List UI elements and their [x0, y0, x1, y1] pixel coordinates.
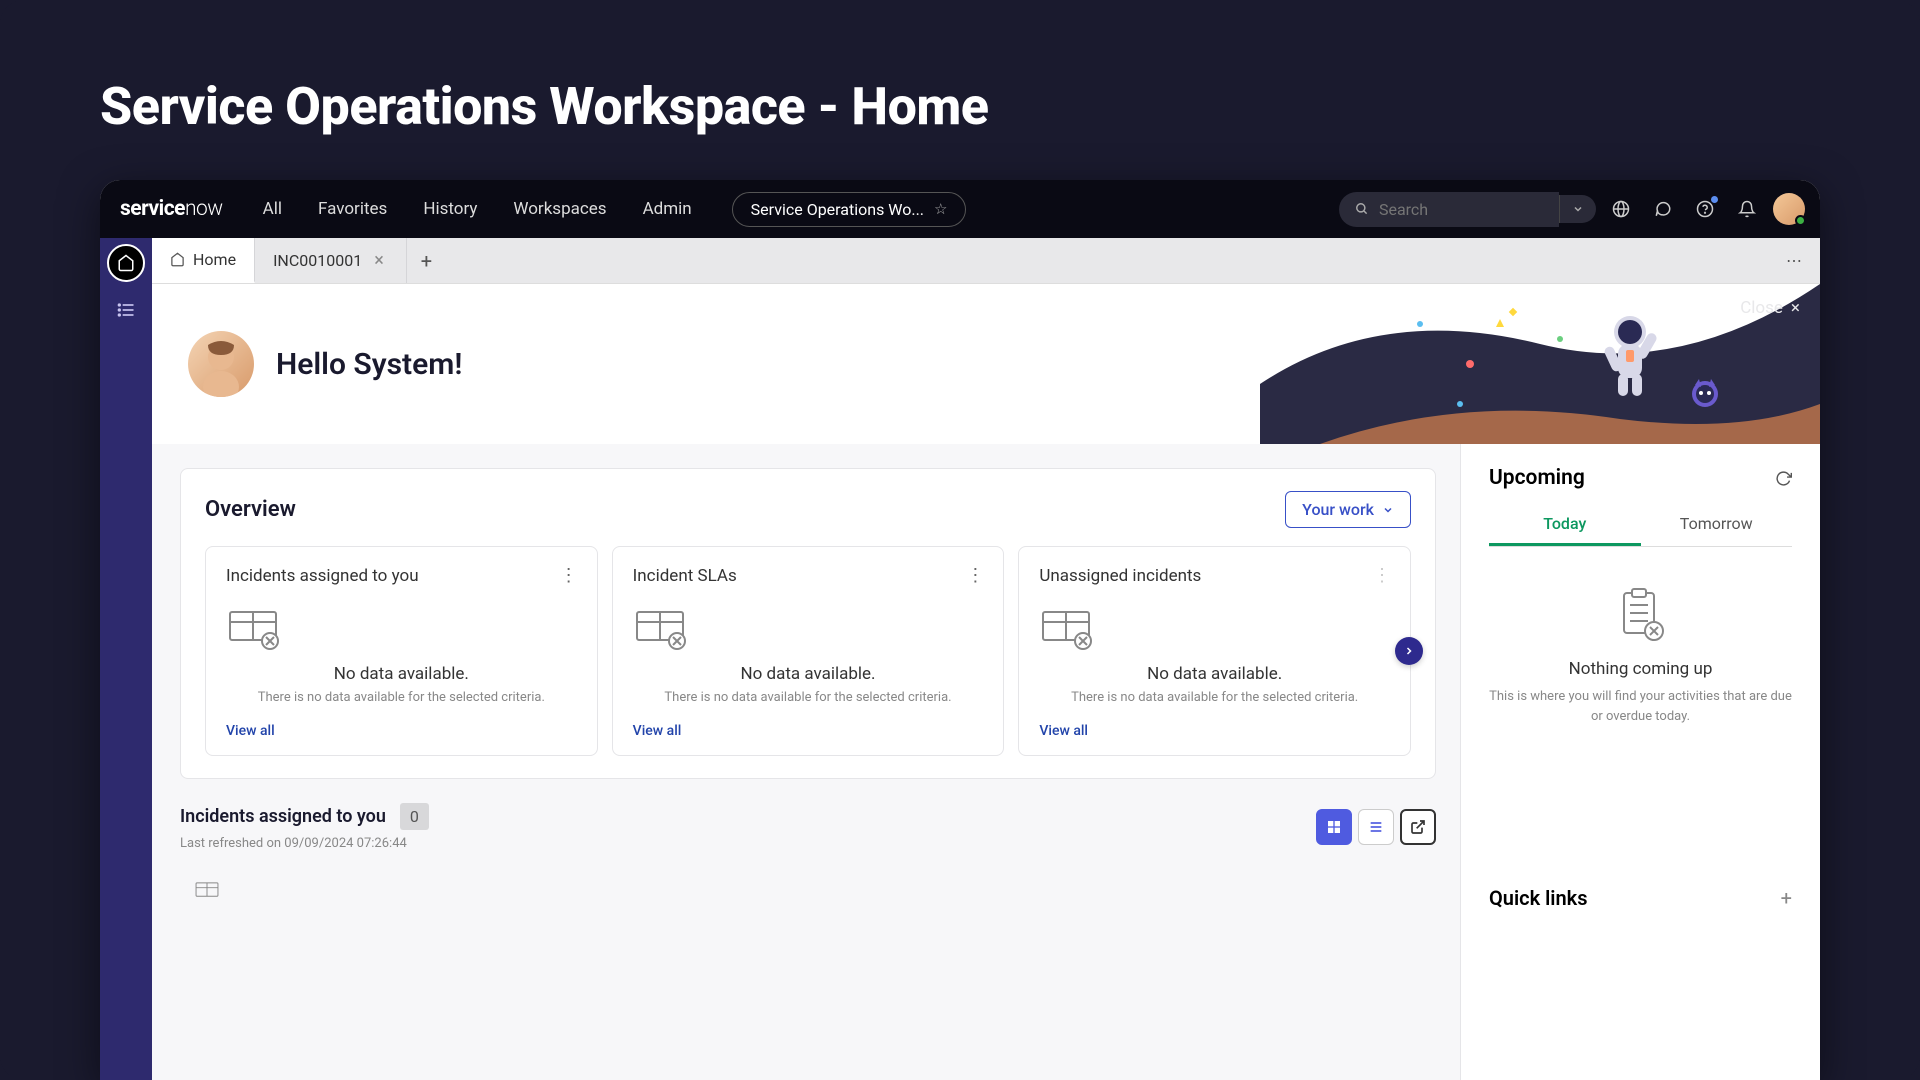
page-heading: Service Operations Workspace - Home — [0, 0, 1920, 137]
workspace-pill-label: Service Operations Wo... — [751, 200, 924, 219]
close-icon: × — [1791, 298, 1800, 318]
tab-add-button[interactable]: + — [407, 249, 446, 273]
hero-close-label: Close — [1740, 298, 1783, 318]
workspace-pill[interactable]: Service Operations Wo... ☆ — [732, 192, 967, 227]
tab-today[interactable]: Today — [1489, 504, 1641, 546]
left-rail — [100, 238, 152, 1080]
overview-panel: Overview Your work Incidents assigned to… — [180, 468, 1436, 779]
upcoming-title: Upcoming — [1489, 466, 1585, 490]
user-avatar-large — [188, 331, 254, 397]
top-navigation: servicenow All Favorites History Workspa… — [100, 180, 1820, 238]
grid-icon — [1326, 819, 1342, 835]
card-menu-icon[interactable]: ⋮ — [560, 565, 577, 586]
quicklinks-title: Quick links — [1489, 886, 1588, 910]
rail-home-icon[interactable] — [107, 244, 145, 282]
card-menu-icon[interactable]: ⋮ — [966, 565, 983, 586]
search-dropdown[interactable] — [1559, 195, 1596, 223]
view-all-link[interactable]: View all — [1039, 723, 1390, 739]
tab-incident-label: INC0010001 — [273, 251, 362, 270]
add-quicklink-button[interactable]: + — [1781, 886, 1792, 910]
presence-indicator — [1795, 215, 1806, 226]
count-badge: 0 — [400, 803, 429, 830]
chat-icon[interactable] — [1646, 192, 1680, 226]
search-icon — [1355, 201, 1369, 217]
card-incident-slas: Incident SLAs ⋮ No data available. There… — [612, 546, 1005, 756]
card-title: Unassigned incidents — [1039, 566, 1201, 586]
view-all-link[interactable]: View all — [633, 723, 984, 739]
scroll-next-button[interactable] — [1395, 637, 1423, 665]
tab-close-button[interactable]: × — [370, 250, 388, 271]
empty-subtitle: There is no data available for the selec… — [226, 690, 577, 705]
chevron-right-icon — [1403, 645, 1415, 657]
globe-icon[interactable] — [1604, 192, 1638, 226]
tab-incident[interactable]: INC0010001 × — [255, 238, 407, 283]
user-avatar[interactable] — [1772, 192, 1806, 226]
incidents-section-header: Incidents assigned to you 0 Last refresh… — [180, 803, 1436, 851]
avatar-icon — [1773, 193, 1805, 225]
tab-tomorrow[interactable]: Tomorrow — [1641, 504, 1793, 546]
star-icon[interactable]: ☆ — [934, 200, 947, 218]
hero-illustration — [1260, 284, 1820, 444]
hero-banner: Close × Hello System! — [152, 284, 1820, 444]
grid-view-button[interactable] — [1316, 809, 1352, 845]
app-window: servicenow All Favorites History Workspa… — [100, 180, 1820, 1080]
tab-strip: Home INC0010001 × + ⋯ — [152, 238, 1820, 284]
tab-more-icon[interactable]: ⋯ — [1768, 251, 1820, 270]
section-title: Incidents assigned to you — [180, 806, 386, 827]
clipboard-empty-icon — [1614, 587, 1668, 643]
card-title: Incidents assigned to you — [226, 566, 419, 586]
search-box[interactable] — [1339, 192, 1559, 227]
greeting-text: Hello System! — [276, 347, 462, 382]
chevron-down-icon — [1572, 203, 1584, 215]
card-menu-icon[interactable]: ⋮ — [1373, 565, 1390, 586]
right-panel: Upcoming Today Tomorrow Nothing coming u… — [1460, 444, 1820, 1080]
rail-list-icon[interactable] — [106, 290, 146, 330]
filter-label: Your work — [1302, 500, 1374, 519]
nav-workspaces[interactable]: Workspaces — [499, 191, 620, 227]
empty-title: No data available. — [1039, 664, 1390, 684]
search-container — [1339, 192, 1596, 227]
last-refreshed: Last refreshed on 09/09/2024 07:26:44 — [180, 836, 429, 851]
home-icon — [170, 252, 185, 267]
nav-all[interactable]: All — [249, 191, 296, 227]
upcoming-empty-title: Nothing coming up — [1489, 659, 1792, 679]
empty-data-icon — [226, 608, 280, 650]
refresh-icon — [1775, 470, 1792, 487]
card-title: Incident SLAs — [633, 566, 737, 586]
external-link-icon — [1410, 819, 1426, 835]
empty-title: No data available. — [226, 664, 577, 684]
card-unassigned-incidents: Unassigned incidents ⋮ No data available… — [1018, 546, 1411, 756]
refresh-button[interactable] — [1775, 470, 1792, 487]
list-view-button[interactable] — [1358, 809, 1394, 845]
upcoming-empty-subtitle: This is where you will find your activit… — [1489, 687, 1792, 726]
list-icon — [1368, 819, 1384, 835]
view-all-link[interactable]: View all — [226, 723, 577, 739]
bell-icon[interactable] — [1730, 192, 1764, 226]
empty-title: No data available. — [633, 664, 984, 684]
empty-data-icon — [633, 608, 687, 650]
search-input[interactable] — [1379, 200, 1543, 219]
tab-home[interactable]: Home — [152, 238, 255, 283]
chevron-down-icon — [1382, 504, 1394, 516]
tab-home-label: Home — [193, 250, 236, 269]
nav-history[interactable]: History — [409, 191, 491, 227]
card-incidents-assigned: Incidents assigned to you ⋮ No data avai… — [205, 546, 598, 756]
popout-button[interactable] — [1400, 809, 1436, 845]
empty-subtitle: There is no data available for the selec… — [633, 690, 984, 705]
help-icon[interactable] — [1688, 192, 1722, 226]
hero-close-button[interactable]: Close × — [1740, 298, 1800, 318]
empty-subtitle: There is no data available for the selec… — [1039, 690, 1390, 705]
logo-text-b: now — [185, 197, 223, 221]
nav-admin[interactable]: Admin — [629, 191, 706, 227]
empty-data-icon — [1039, 608, 1093, 650]
logo-text-a: service — [120, 197, 185, 221]
overview-title: Overview — [205, 497, 296, 522]
nav-favorites[interactable]: Favorites — [304, 191, 401, 227]
empty-data-icon — [180, 881, 234, 901]
your-work-filter[interactable]: Your work — [1285, 491, 1411, 528]
servicenow-logo[interactable]: servicenow — [120, 197, 223, 221]
